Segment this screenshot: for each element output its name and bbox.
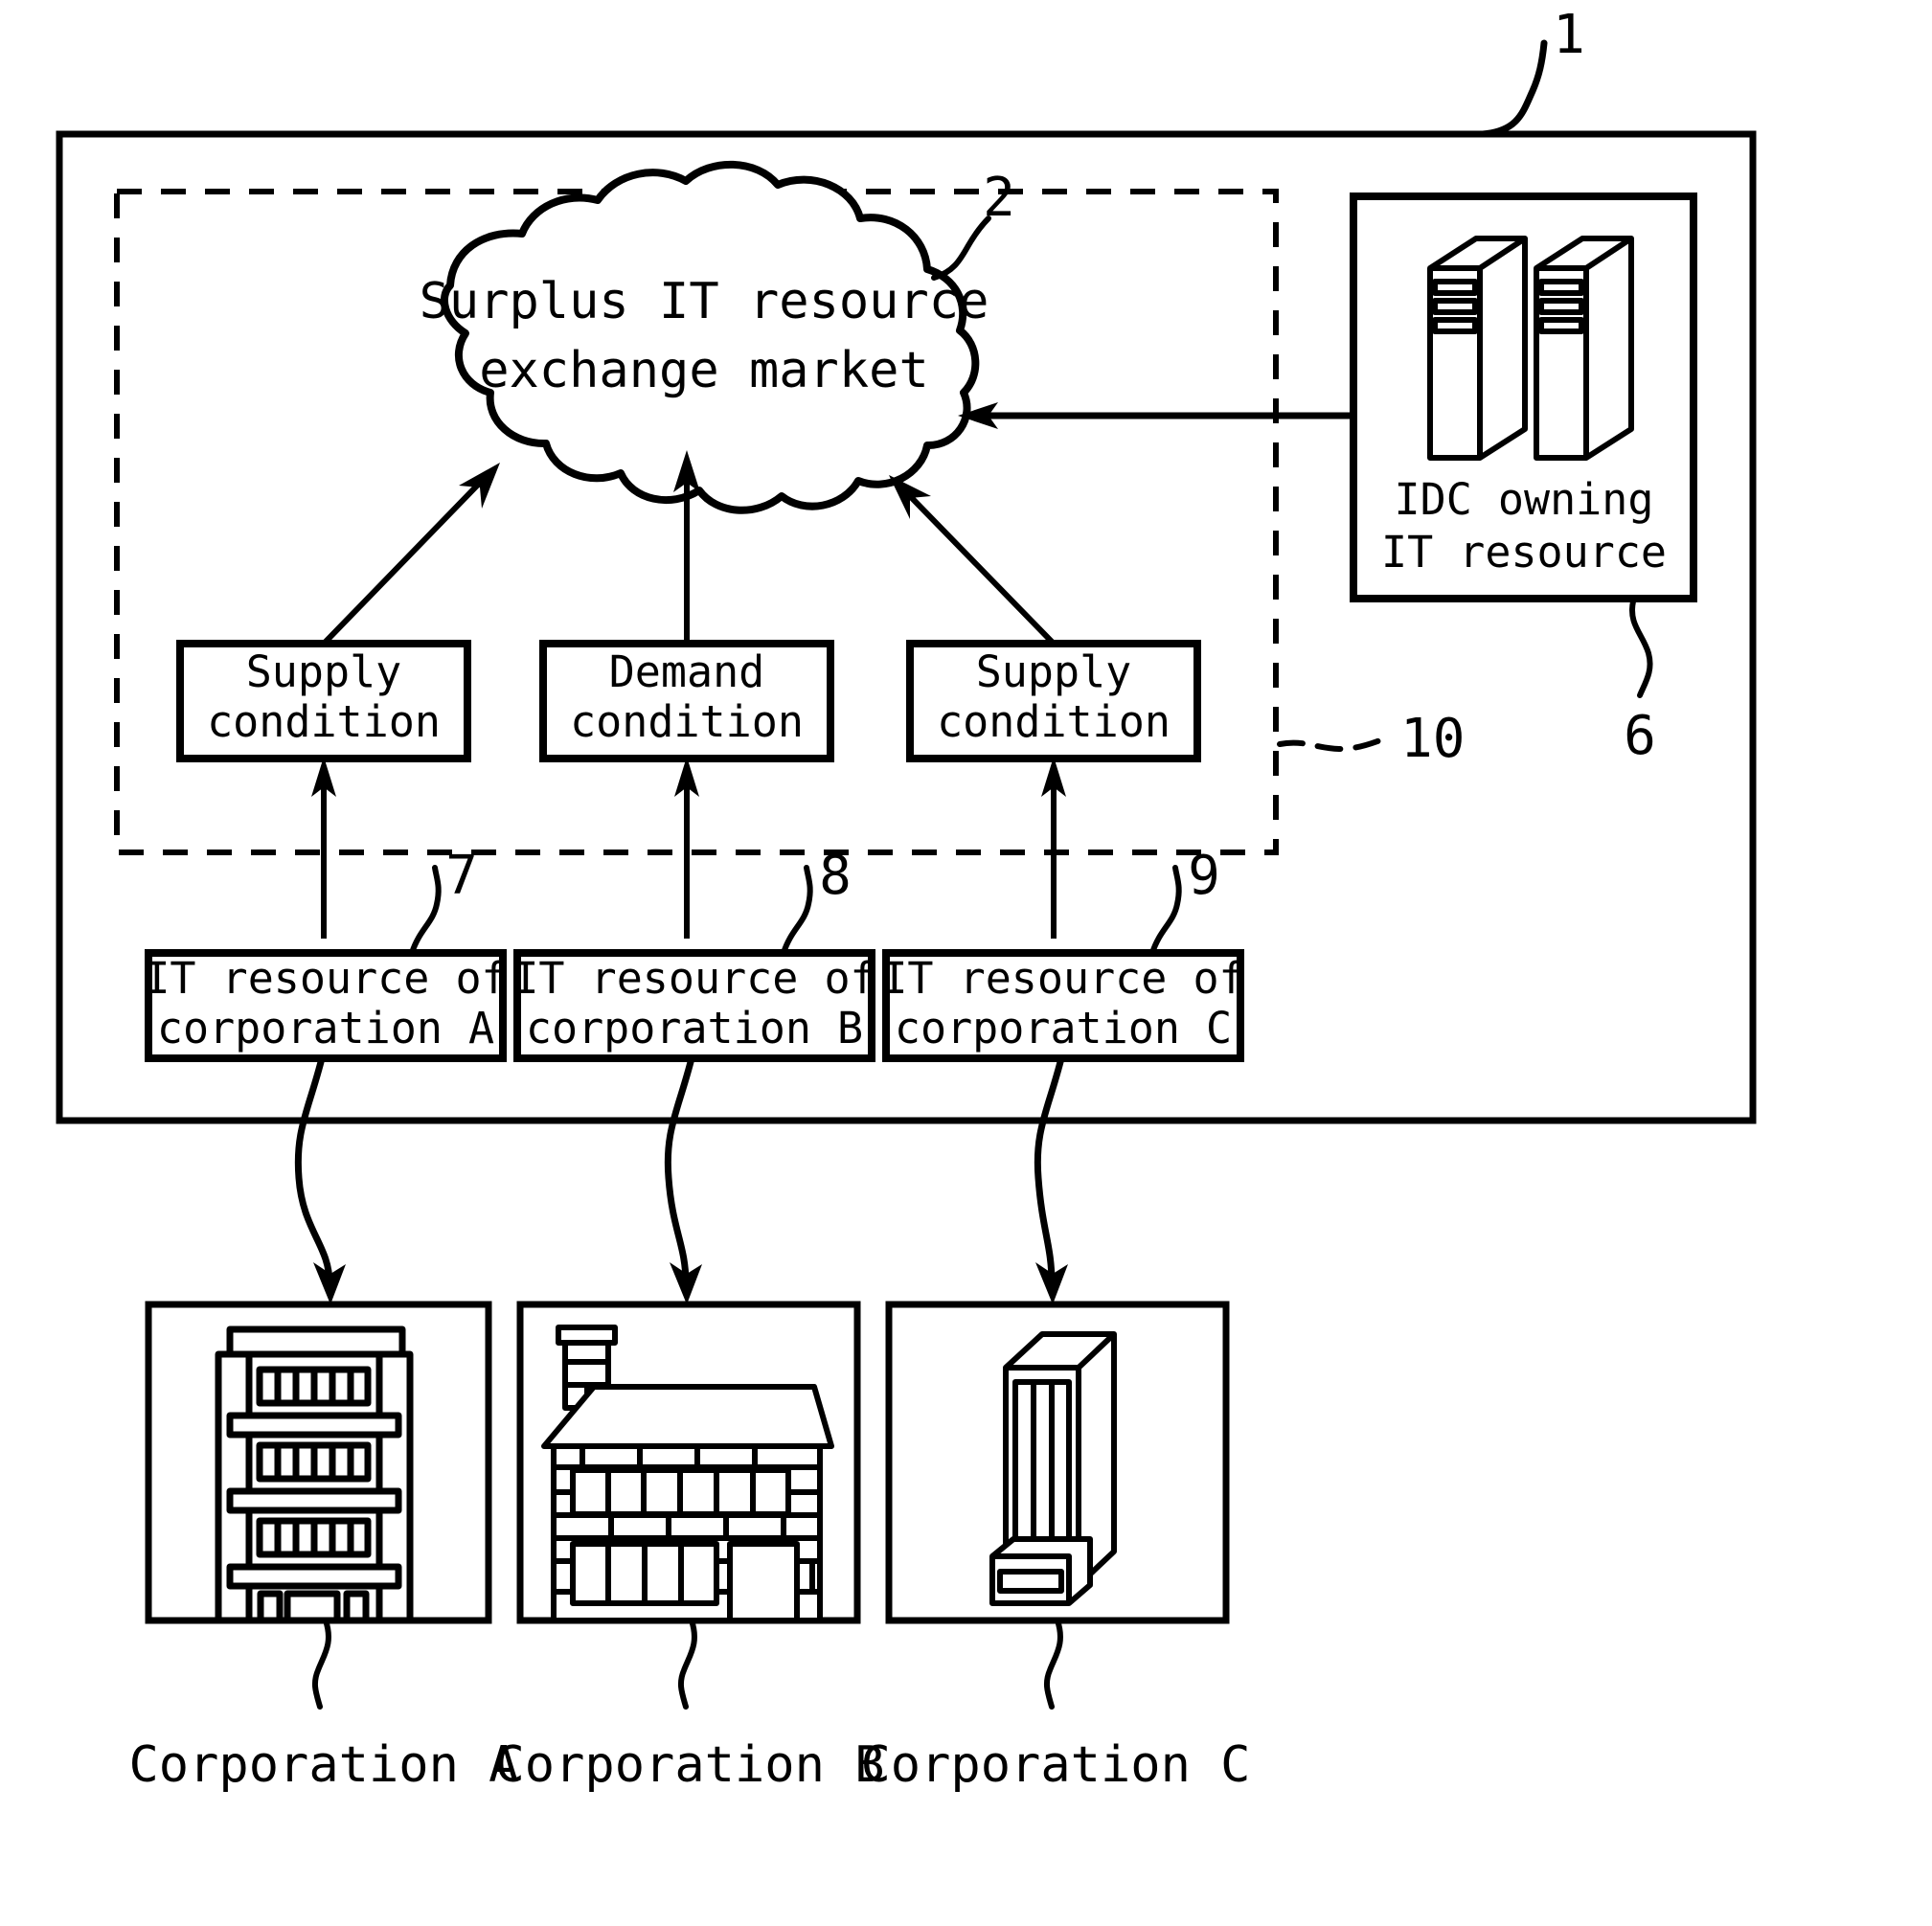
arrow-resource-b-to-demand-b [674, 757, 699, 939]
it-resource-a-line2: corporation A [157, 1003, 494, 1054]
arrow-supply-a-to-market [321, 463, 500, 646]
supply-condition-a-line2: condition [207, 696, 441, 747]
server-rack-right-slot-3 [1538, 317, 1584, 334]
office-entrance-side-window-right [343, 1590, 370, 1624]
surplus-it-resource-exchange-market-cloud: Surplus IT resource exchange market [420, 160, 989, 514]
supply-condition-c-line2: condition [937, 696, 1171, 747]
arrow-resource-a-to-corp-a [294, 1054, 346, 1304]
supply-condition-c-line1: Supply [976, 646, 1132, 697]
demand-condition-box-b: Demand condition [539, 640, 834, 762]
it-resource-box-b: IT resource of corporation B [512, 949, 876, 1062]
office-band-1 [226, 1412, 402, 1439]
cloud-outline [440, 160, 980, 514]
ref-numeral-exchange-region: 10 [1400, 708, 1465, 770]
leader-line-resource-c [1149, 865, 1182, 956]
arrow-supply-c-to-market [889, 475, 1057, 646]
leader-line-idc [1629, 599, 1653, 698]
it-resource-c-line2: corporation C [895, 1003, 1232, 1054]
ref-numeral-market: 2 [983, 167, 1015, 229]
arrow-resource-b-to-corp-b [664, 1054, 702, 1304]
leader-line-market [931, 215, 991, 281]
arrow-corp-c-shaft [1034, 1054, 1065, 1287]
corporation-c-icon-frame [885, 1301, 1230, 1624]
office-building-icon [215, 1326, 414, 1624]
idc-owning-it-resource-box: IDC owning IT resource [1350, 193, 1697, 602]
ref-numeral-resource-a: 7 [445, 845, 478, 907]
office-band-3 [226, 1563, 402, 1590]
leader-line-system [1479, 39, 1548, 138]
demand-condition-b-line2: condition [570, 696, 804, 747]
it-resource-box-c: IT resource of corporation C [881, 949, 1245, 1062]
arrow-supply-c-shaft [907, 493, 1057, 646]
arrow-resource-a-to-supply-a [311, 757, 336, 939]
server-rack-left-slot-2 [1432, 298, 1478, 315]
office-entrance-side-window-left [257, 1590, 284, 1624]
office-band-2 [226, 1487, 402, 1514]
corporation-b-icon-frame [516, 1301, 861, 1624]
leader-line-exchange-region [1277, 735, 1394, 752]
tower-front-panel [1012, 1379, 1072, 1545]
leader-line-corp-b [677, 1618, 697, 1710]
arrow-resource-c-to-supply-c [1041, 757, 1066, 939]
corporation-a-icon-frame [145, 1301, 492, 1624]
ref-numeral-resource-c: 9 [1188, 845, 1220, 907]
corp-b-label: Corporation B [495, 1736, 885, 1794]
server-rack-left-slot-3 [1432, 317, 1478, 334]
it-resource-a-line1: IT resource of [144, 953, 507, 1004]
cloud-label-line2: exchange market [479, 342, 929, 399]
office-entrance-door [284, 1590, 341, 1624]
arrow-resource-c-to-corp-c [1034, 1054, 1068, 1304]
ref-numeral-system: 1 [1553, 4, 1585, 66]
it-resource-box-a: IT resource of corporation A [144, 949, 508, 1062]
server-rack-right-slot-2 [1538, 298, 1584, 315]
server-tower-icon [989, 1331, 1117, 1606]
house-door [727, 1541, 800, 1623]
supply-condition-a-line1: Supply [246, 646, 402, 697]
leader-line-corp-a [311, 1618, 331, 1710]
supply-condition-box-c: Supply condition [906, 640, 1201, 762]
corp-c-label: Corporation C [861, 1736, 1251, 1794]
server-rack-left-slot-1 [1432, 279, 1478, 296]
it-resource-c-line1: IT resource of [881, 953, 1244, 1004]
server-rack-right-slot-1 [1538, 279, 1584, 296]
figure-canvas: 1 10 Surplus IT resource exchange market… [56, 4, 1757, 1794]
it-resource-b-line2: corporation B [526, 1003, 863, 1054]
arrow-corp-b-shaft [664, 1054, 695, 1287]
ref-numeral-resource-b: 8 [819, 845, 852, 907]
supply-condition-box-a: Supply condition [176, 640, 471, 762]
patent-figure: 1 10 Surplus IT resource exchange market… [0, 0, 1932, 1926]
house-chimney-cap [556, 1325, 618, 1346]
ref-numeral-idc: 6 [1624, 705, 1656, 767]
demand-condition-b-line1: Demand [609, 646, 765, 697]
cloud-label-line1: Surplus IT resource [420, 273, 989, 330]
arrow-supply-a-shaft [321, 481, 482, 646]
idc-label-line1: IDC owning [1395, 474, 1654, 525]
tower-base-drive-slot [997, 1569, 1064, 1594]
office-roof-cap [226, 1326, 406, 1358]
leader-line-resource-b [781, 865, 813, 956]
it-resource-b-line1: IT resource of [512, 953, 875, 1004]
leader-line-resource-a [409, 865, 442, 956]
house-roof [541, 1384, 834, 1449]
corp-a-label: Corporation A [129, 1736, 519, 1794]
arrow-corp-a-shaft [294, 1054, 333, 1287]
idc-label-line2: IT resource [1381, 527, 1667, 578]
arrow-idc-to-market [958, 402, 1353, 429]
leader-line-corp-c [1043, 1618, 1063, 1710]
